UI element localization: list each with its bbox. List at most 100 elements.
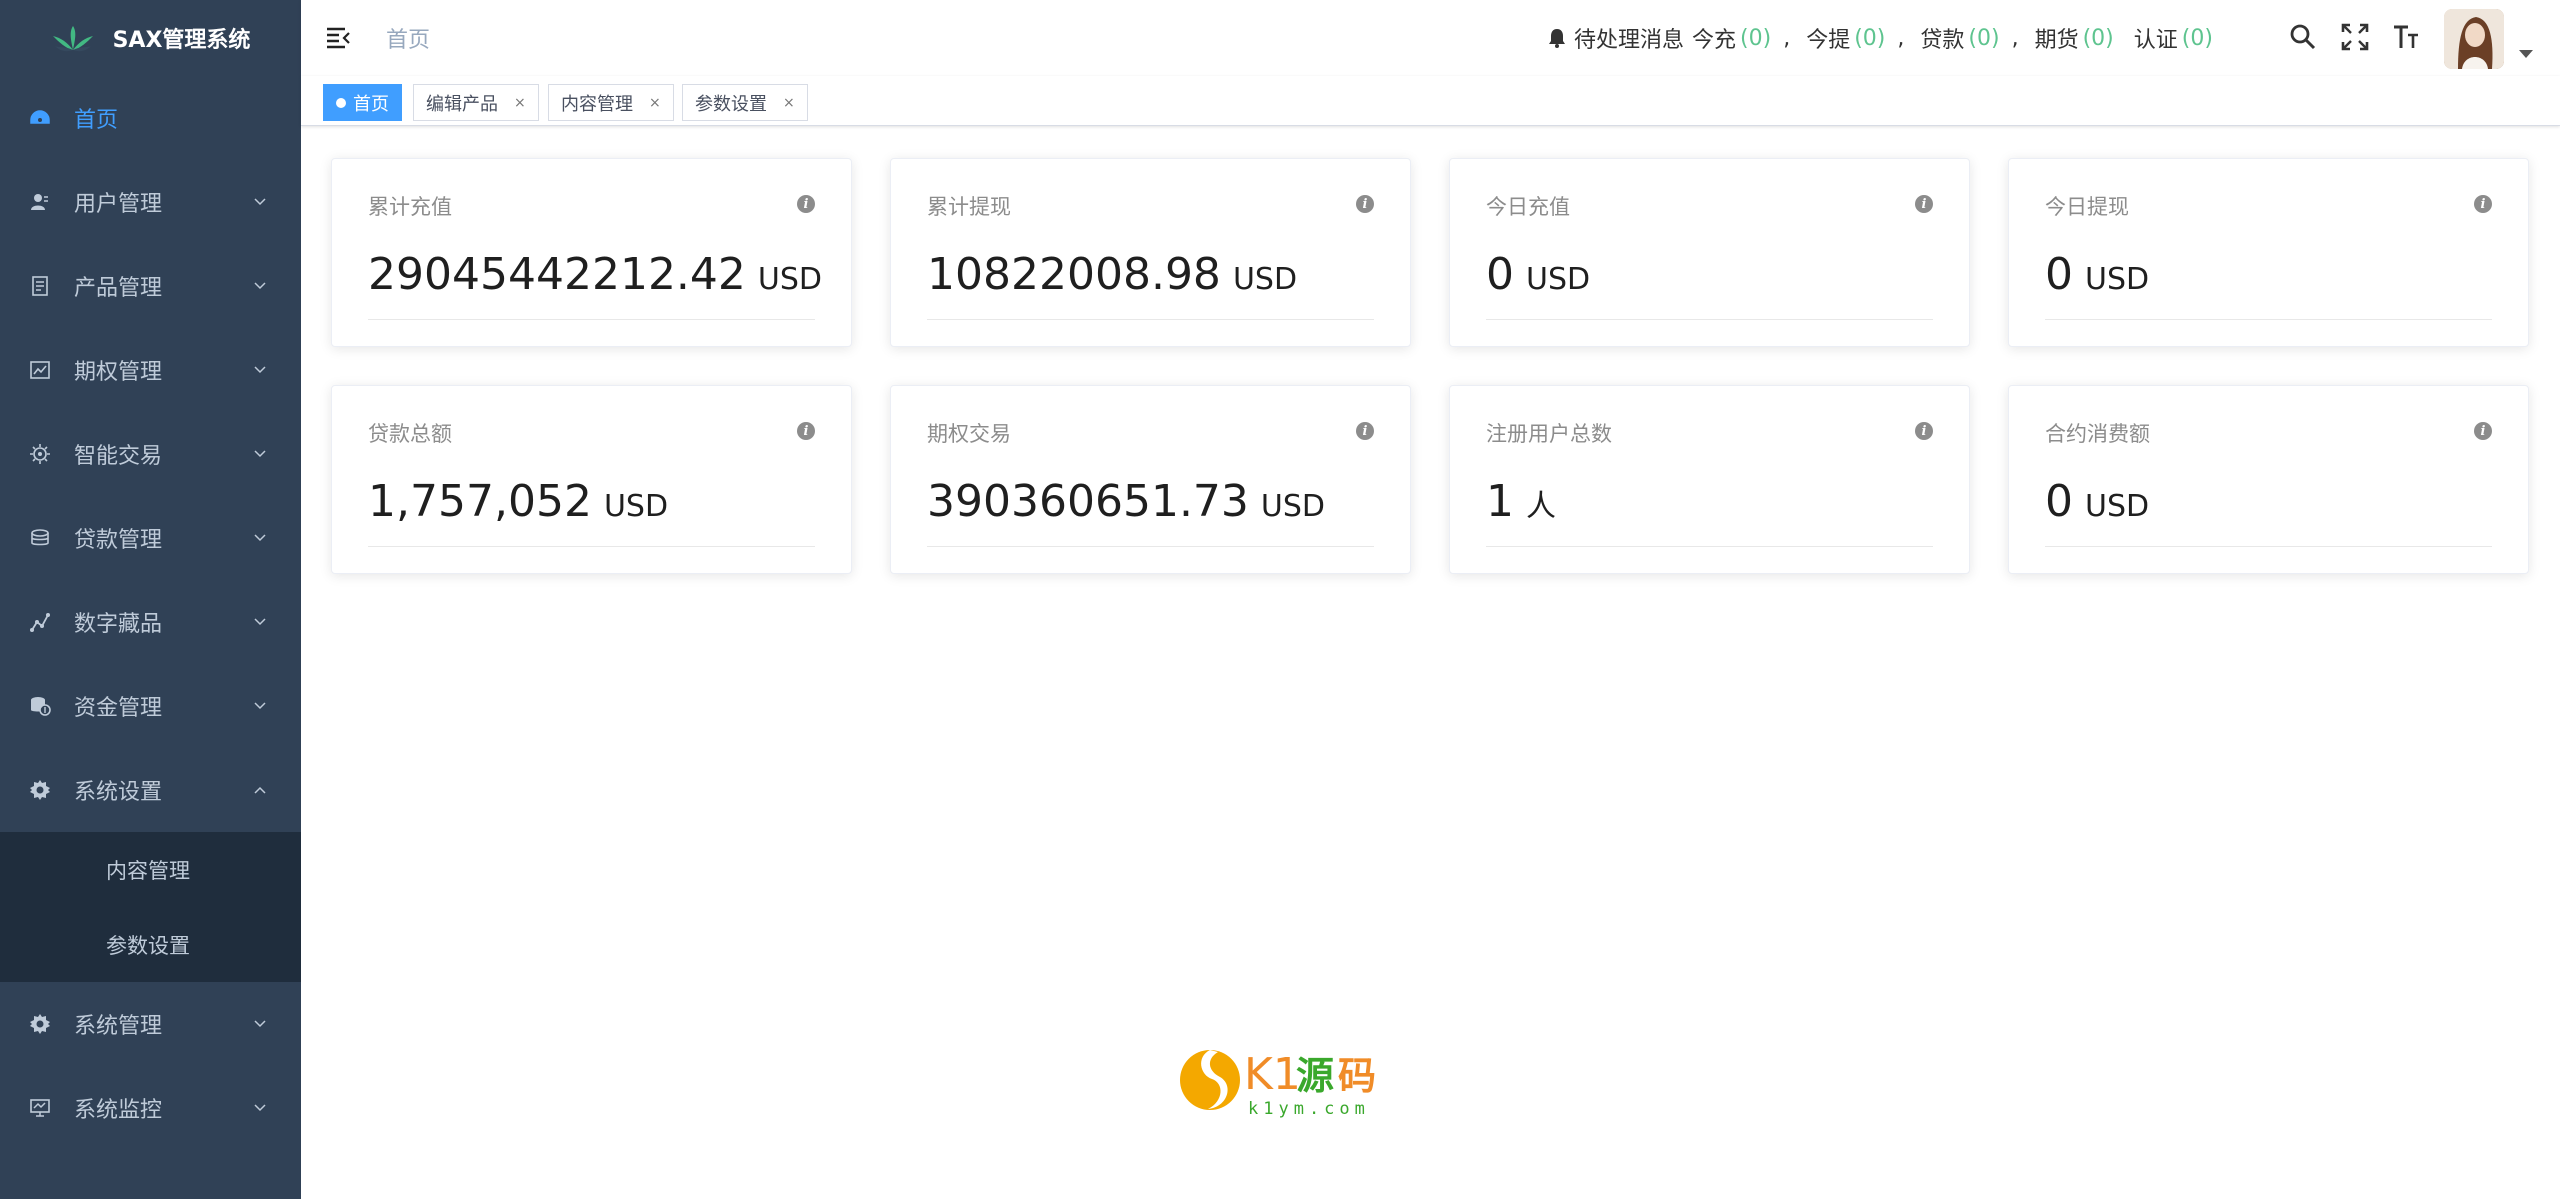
font-size-icon[interactable] [2391,22,2421,52]
close-icon[interactable]: × [649,95,661,111]
hamburger-icon[interactable] [325,24,353,52]
card-unit: 人 [1526,489,1556,524]
card-title: 贷款总额 [368,422,452,446]
sidebar-item-system-management[interactable]: 系统管理 [0,982,301,1066]
card-number: 0 [2045,476,2073,527]
sidebar-item-funds[interactable]: 资金管理 [0,664,301,748]
tag-content-management[interactable]: 内容管理 × [548,84,674,121]
search-icon[interactable] [2288,22,2318,52]
chart-icon [28,358,52,382]
tag-edit-product[interactable]: 编辑产品 × [413,84,539,121]
sidebar-item-products[interactable]: 产品管理 [0,244,301,328]
card-value: 0 USD [2045,476,2149,527]
stat-card-contract-consumption: 合约消费额 i 0 USD [2008,385,2529,574]
info-icon[interactable]: i [2474,195,2492,213]
info-icon[interactable]: i [797,422,815,440]
stat-card-today-deposit: 今日充值 i 0 USD [1449,158,1970,347]
card-number: 0 [2045,249,2073,300]
tag-label: 内容管理 [561,93,633,115]
card-divider [1486,546,1933,547]
card-title: 今日充值 [1486,195,1570,219]
info-icon[interactable]: i [1915,195,1933,213]
notice-label: 待处理消息 [1574,28,1685,53]
avatar-image [2444,9,2504,69]
submenu-item-parameter-settings[interactable]: 参数设置 [0,907,301,982]
chevron-up-icon [254,786,266,794]
money-icon [28,526,52,550]
card-number: 10822008.98 [927,249,1221,300]
breadcrumb: 首页 [386,28,431,53]
sidebar-item-loans[interactable]: 贷款管理 [0,496,301,580]
tags-view: 首页 编辑产品 × 内容管理 × 参数设置 × [301,76,2560,126]
sidebar-item-options[interactable]: 期权管理 [0,328,301,412]
sidebar-item-label: 系统监控 [74,1098,163,1123]
card-divider [2045,546,2492,547]
card-divider [927,546,1374,547]
logo[interactable]: SAX管理系统 [0,0,301,76]
logo-icon [52,26,93,52]
stat-card-total-withdrawal: 累计提现 i 10822008.98 USD [890,158,1411,347]
svg-text:K1: K1 [1244,1049,1301,1100]
notice-item-count: (0) [2181,25,2213,51]
card-divider [1486,319,1933,320]
card-title: 累计提现 [927,195,1011,219]
avatar[interactable] [2444,9,2504,69]
info-icon[interactable]: i [1356,195,1374,213]
close-icon[interactable]: × [514,95,526,111]
info-icon[interactable]: i [797,195,815,213]
card-title: 期权交易 [927,422,1011,446]
fullscreen-icon[interactable] [2340,22,2370,52]
info-icon[interactable]: i [2474,422,2492,440]
sidebar-item-label: 贷款管理 [74,528,163,553]
submenu-item-label: 参数设置 [106,933,190,958]
card-title: 合约消费额 [2045,422,2150,446]
notice-separator: , [1783,25,1791,51]
stat-card-total-loans: 贷款总额 i 1,757,052 USD [331,385,852,574]
card-number: 0 [1486,249,1514,300]
card-title: 今日提现 [2045,195,2129,219]
close-icon[interactable]: × [783,95,795,111]
tag-parameter-settings[interactable]: 参数设置 × [682,84,808,121]
card-title: 注册用户总数 [1486,422,1612,446]
sidebar-item-users[interactable]: 用户管理 [0,160,301,244]
chevron-down-icon [254,702,266,710]
sidebar-item-label: 数字藏品 [74,612,163,637]
chevron-down-icon [254,366,266,374]
card-value: 0 USD [1486,249,1590,300]
settings-icon [28,1012,52,1036]
caret-down-icon[interactable] [2519,50,2533,58]
admin-app: SAX管理系统 首页 用户管理 产品管理 期权管理 智能交易 贷款管理 数字藏品… [0,0,2560,1199]
tag-home[interactable]: 首页 [323,84,402,121]
sidebar-item-system-settings[interactable]: 系统设置 [0,748,301,832]
sidebar-item-system-monitor[interactable]: 系统监控 [0,1066,301,1150]
sidebar-item-digital-collectibles[interactable]: 数字藏品 [0,580,301,664]
card-divider [368,319,815,320]
tag-label: 首页 [353,93,389,115]
submenu-item-content-management[interactable]: 内容管理 [0,832,301,907]
stat-card-registered-users: 注册用户总数 i 1人 [1449,385,1970,574]
info-icon[interactable]: i [1915,422,1933,440]
submenu-item-label: 内容管理 [106,858,190,883]
card-unit: USD [1526,262,1591,297]
user-icon [28,190,52,214]
stat-card-options-trading: 期权交易 i 390360651.73 USD [890,385,1411,574]
card-value: 1人 [1486,476,1556,527]
chevron-down-icon [254,618,266,626]
sidebar-item-home[interactable]: 首页 [0,76,301,160]
monitor-icon [28,1096,52,1120]
pending-notice[interactable]: 待处理消息 今充 (0) , 今提 (0) , 贷款 (0) , 期货 (0) … [1546,22,2219,54]
info-icon[interactable]: i [1356,422,1374,440]
card-number: 390360651.73 [927,476,1249,527]
graph-icon [28,610,52,634]
sidebar-item-label: 系统管理 [74,1014,163,1039]
active-dot-icon [336,97,346,108]
chevron-down-icon [254,1104,266,1112]
card-divider [2045,319,2492,320]
sidebar-item-smart-trading[interactable]: 智能交易 [0,412,301,496]
card-unit: USD [1260,489,1326,524]
notice-item-label: 认证 [2133,28,2178,53]
dashboard-icon [28,106,52,130]
sidebar-item-label: 智能交易 [74,444,163,469]
notice-item-count: (0) [1968,25,2000,51]
card-number: 1,757,052 [368,476,592,527]
